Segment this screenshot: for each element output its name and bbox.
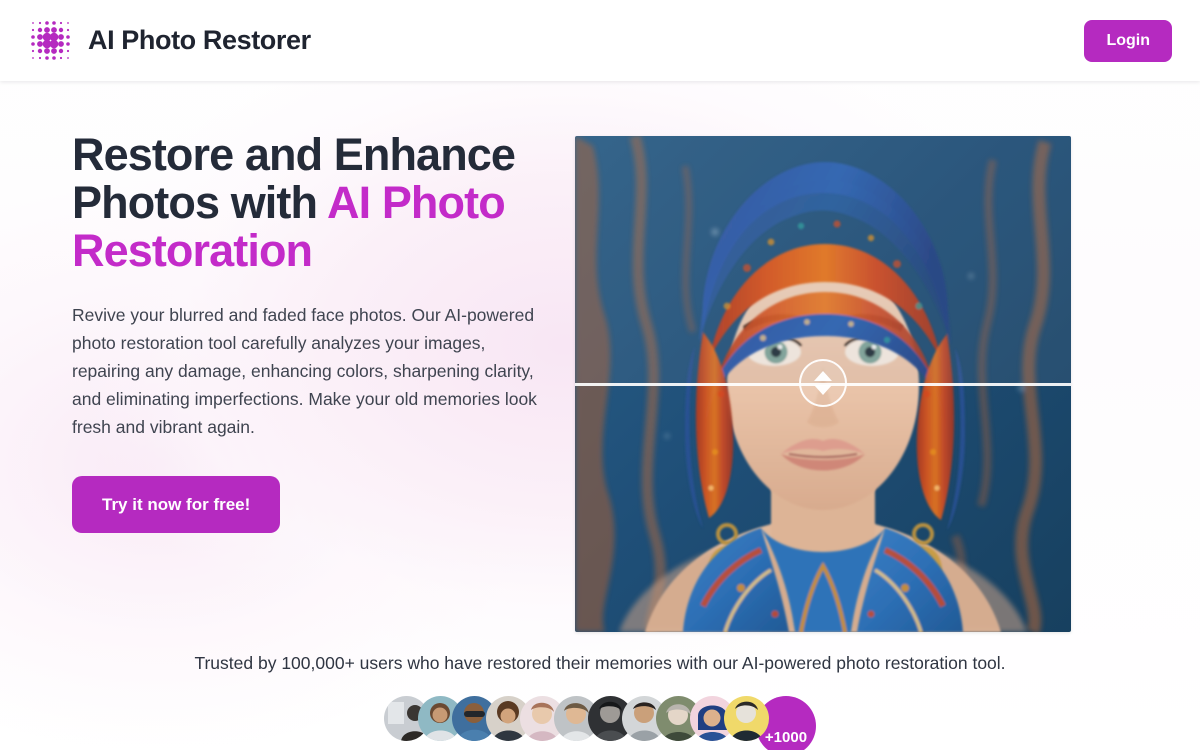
site-header: AI Photo Restorer Login (0, 0, 1200, 81)
page-title: Restore and Enhance Photos with AI Photo… (72, 131, 560, 275)
trust-bar: Trusted by 100,000+ users who have resto… (0, 650, 1200, 750)
chevron-up-icon (814, 371, 832, 381)
hero-description: Revive your blurred and faded face photo… (72, 305, 537, 437)
before-after-comparer[interactable] (575, 136, 1071, 632)
hero-section: Restore and Enhance Photos with AI Photo… (0, 81, 1200, 650)
headline-line-2: Photos with (72, 177, 328, 228)
brand-logo[interactable]: AI Photo Restorer (28, 18, 311, 64)
login-button[interactable]: Login (1084, 19, 1172, 62)
try-it-now-button[interactable]: Try it now for free! (72, 476, 281, 533)
headline-line-1: Restore and Enhance (72, 129, 516, 180)
avatar (724, 696, 769, 741)
headline-accent-1: AI Photo (327, 177, 506, 228)
trust-text: Trusted by 100,000+ users who have resto… (194, 653, 1006, 673)
landing-page: AI Photo Restorer Login Restore and Enha… (0, 0, 1200, 750)
chevron-down-icon (814, 385, 832, 395)
compare-slider-handle[interactable] (799, 359, 847, 407)
brand-name: AI Photo Restorer (88, 25, 311, 55)
dot-grid-logo-icon (28, 18, 74, 64)
compare-image[interactable] (575, 136, 1071, 632)
avatar-stack: +1000 (0, 696, 1200, 750)
hero-copy: Restore and Enhance Photos with AI Photo… (0, 81, 560, 533)
headline-accent-2: Restoration (72, 225, 313, 276)
